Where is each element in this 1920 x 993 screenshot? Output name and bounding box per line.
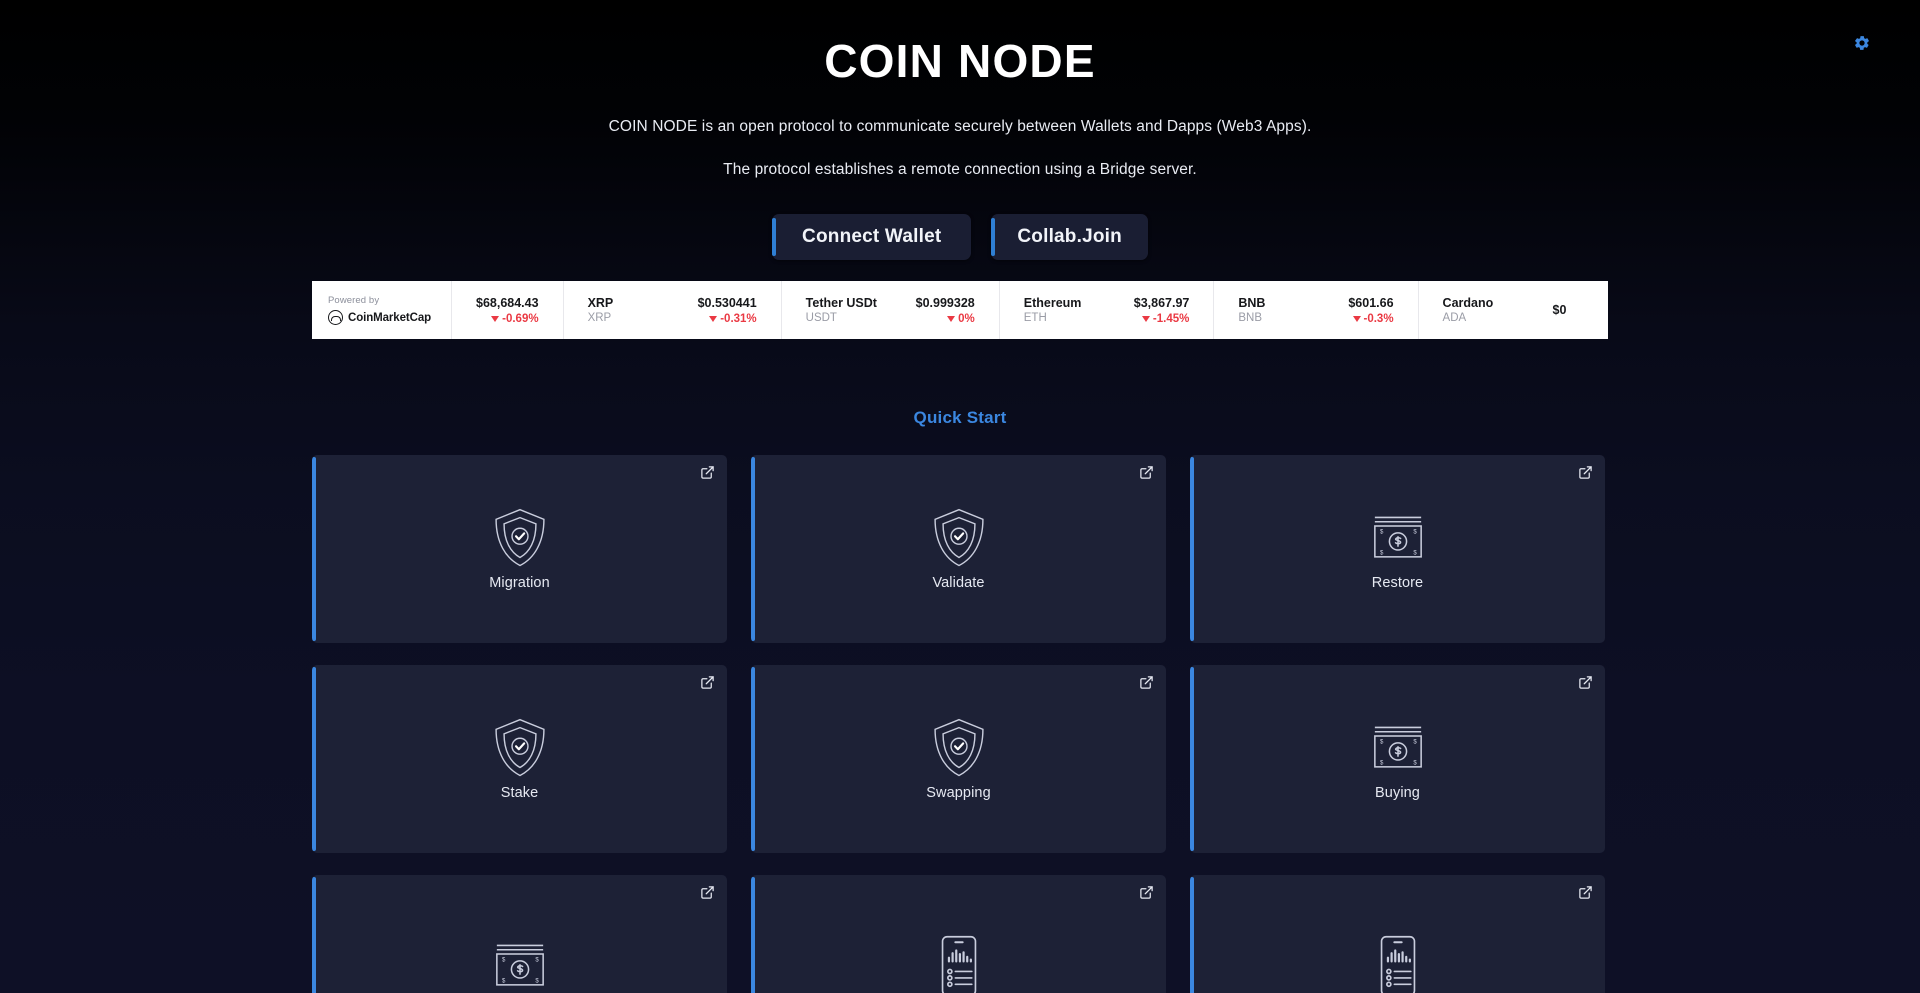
- external-link-icon[interactable]: [700, 675, 715, 690]
- ticker-change: -0.3%: [1352, 313, 1394, 325]
- triangle-down-icon: [947, 315, 956, 322]
- ticker-coin-symbol: XRP: [587, 312, 612, 324]
- ticker-price: $601.66: [1348, 295, 1394, 310]
- ticker-coin-name: Ethereum: [1023, 296, 1082, 310]
- ticker-price: $3,867.97: [1133, 295, 1190, 310]
- ticker-brand: Powered by CoinMarketCap: [312, 281, 452, 339]
- card-label: Swapping: [926, 785, 991, 801]
- ticker-change: -0.69%: [491, 313, 539, 325]
- collab-join-button[interactable]: Collab.Join: [991, 213, 1148, 260]
- ticker-items: $68,684.43 -0.69% XRP XRP $0.530441 -0.3…: [452, 281, 1608, 339]
- svg-text:$: $: [1413, 760, 1417, 766]
- quick-start-card-migration[interactable]: Migration: [312, 455, 727, 643]
- external-link-icon[interactable]: [1139, 465, 1154, 480]
- ticker-item[interactable]: Cardano ADA $0: [1419, 281, 1591, 339]
- hero-section: COIN NODE COIN NODE is an open protocol …: [0, 0, 1920, 260]
- quick-start-card-9[interactable]: [1190, 875, 1605, 993]
- app-root: COIN NODE COIN NODE is an open protocol …: [0, 0, 1920, 993]
- triangle-down-icon: [709, 315, 718, 322]
- shield-check-icon: [491, 717, 549, 779]
- ticker-coin-symbol: BNB: [1238, 312, 1263, 324]
- mobile-chart-icon: [937, 935, 981, 993]
- crypto-ticker[interactable]: Powered by CoinMarketCap $68,684.43 -0.6…: [312, 281, 1608, 339]
- triangle-down-icon: [1141, 315, 1150, 322]
- card-label: Buying: [1375, 785, 1420, 801]
- ticker-coin-symbol: ADA: [1442, 312, 1467, 324]
- quick-start-card-7[interactable]: $ $ $ $: [312, 875, 727, 993]
- external-link-icon[interactable]: [1578, 465, 1593, 480]
- provider-name: CoinMarketCap: [348, 311, 432, 324]
- external-link-icon[interactable]: [1578, 675, 1593, 690]
- mobile-chart-icon: [1376, 935, 1420, 993]
- svg-text:$: $: [1413, 550, 1417, 556]
- banknote-dollar-icon: $ $ $ $: [1368, 717, 1428, 779]
- card-label: Validate: [932, 575, 985, 591]
- ticker-price: $68,684.43: [476, 295, 539, 310]
- external-link-icon[interactable]: [700, 885, 715, 900]
- coinmarketcap-logo-icon: [328, 310, 343, 325]
- external-link-icon[interactable]: [1578, 885, 1593, 900]
- triangle-down-icon: [491, 315, 500, 322]
- card-label: Migration: [489, 575, 550, 591]
- hero-subtitle-1: COIN NODE is an open protocol to communi…: [608, 117, 1312, 135]
- banknote-dollar-icon: $ $ $ $: [490, 935, 550, 993]
- quick-start-title: Quick Start: [913, 408, 1007, 427]
- hero-actions: Connect Wallet Collab.Join: [0, 213, 1920, 260]
- card-label: Stake: [500, 785, 539, 801]
- connect-wallet-button[interactable]: Connect Wallet: [772, 213, 972, 260]
- quick-start-card-restore[interactable]: $ $ $ $ Restore: [1190, 455, 1605, 643]
- coinmarketcap-logo: CoinMarketCap: [328, 310, 451, 325]
- svg-text:$: $: [1380, 740, 1384, 746]
- external-link-icon[interactable]: [700, 465, 715, 480]
- shield-check-icon: [930, 717, 988, 779]
- ticker-change: 0%: [947, 313, 975, 325]
- page-title: COIN NODE: [824, 35, 1096, 87]
- svg-text:$: $: [502, 978, 506, 984]
- shield-check-icon: [930, 507, 988, 569]
- ticker-change: -1.45%: [1141, 313, 1189, 325]
- external-link-icon[interactable]: [1139, 885, 1154, 900]
- quick-start-card-8[interactable]: [751, 875, 1166, 993]
- ticker-item[interactable]: BNB BNB $601.66 -0.3%: [1214, 281, 1419, 339]
- hero-subtitle-2: The protocol establishes a remote connec…: [723, 160, 1197, 178]
- svg-text:$: $: [1380, 760, 1384, 766]
- external-link-icon[interactable]: [1139, 675, 1154, 690]
- ticker-item[interactable]: $68,684.43 -0.69%: [452, 281, 564, 339]
- ticker-coin-name: Cardano: [1442, 296, 1494, 310]
- quick-start-card-swapping[interactable]: Swapping: [751, 665, 1166, 853]
- ticker-item[interactable]: XRP XRP $0.530441 -0.31%: [564, 281, 782, 339]
- quick-start-card-stake[interactable]: Stake: [312, 665, 727, 853]
- quick-start-grid: Migration Validate $ $ $ $ Restore Stake…: [312, 455, 1608, 993]
- svg-text:$: $: [502, 958, 506, 964]
- svg-text:$: $: [535, 978, 539, 984]
- svg-text:$: $: [1380, 550, 1384, 556]
- ticker-coin-symbol: USDT: [805, 312, 837, 324]
- shield-check-icon: [491, 507, 549, 569]
- ticker-coin-name: Tether USDt: [805, 296, 877, 310]
- svg-text:$: $: [1380, 530, 1384, 536]
- ticker-item[interactable]: Tether USDt USDT $0.999328 0%: [782, 281, 1000, 339]
- svg-text:$: $: [1413, 530, 1417, 536]
- ticker-coin-symbol: ETH: [1023, 312, 1047, 324]
- ticker-change: -0.31%: [709, 313, 757, 325]
- banknote-dollar-icon: $ $ $ $: [1368, 507, 1428, 569]
- ticker-price: $0.999328: [915, 295, 975, 310]
- quick-start-card-buying[interactable]: $ $ $ $ Buying: [1190, 665, 1605, 853]
- quick-start-card-validate[interactable]: Validate: [751, 455, 1166, 643]
- ticker-price: $0: [1552, 303, 1567, 317]
- svg-text:$: $: [535, 958, 539, 964]
- card-label: Restore: [1371, 575, 1424, 591]
- ticker-price: $0.530441: [697, 295, 757, 310]
- powered-by-label: Powered by: [328, 295, 380, 306]
- svg-text:$: $: [1413, 740, 1417, 746]
- ticker-coin-name: XRP: [587, 296, 614, 310]
- ticker-coin-name: BNB: [1238, 296, 1266, 310]
- triangle-down-icon: [1352, 315, 1361, 322]
- ticker-item[interactable]: Ethereum ETH $3,867.97 -1.45%: [1000, 281, 1215, 339]
